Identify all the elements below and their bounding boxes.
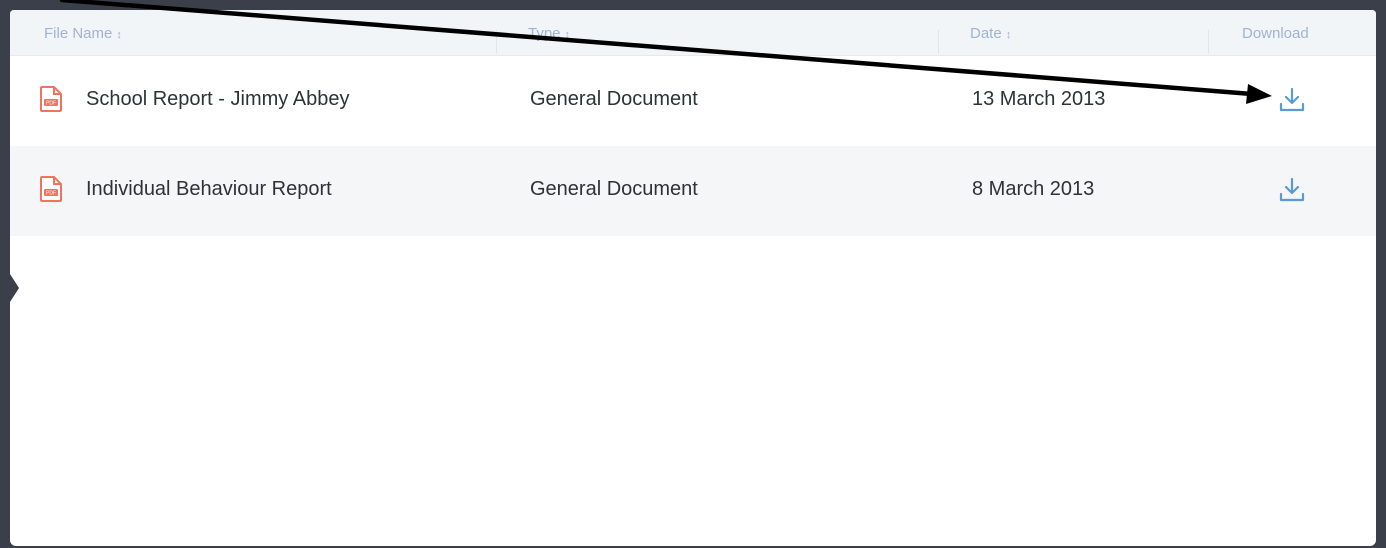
column-divider bbox=[496, 30, 497, 54]
table-header: File Name ↕ Type ↕ Date ↕ Download bbox=[10, 10, 1376, 56]
type-cell: General Document bbox=[530, 178, 698, 200]
column-header-download: Download bbox=[1242, 25, 1309, 42]
type-cell: General Document bbox=[530, 88, 698, 110]
pdf-file-icon: PDF bbox=[40, 176, 62, 202]
panel-edge-notch bbox=[10, 274, 19, 302]
column-header-type[interactable]: Type ↕ bbox=[528, 25, 570, 42]
download-icon[interactable] bbox=[1278, 87, 1306, 113]
column-header-file-name[interactable]: File Name ↕ bbox=[44, 25, 122, 42]
sort-icon: ↕ bbox=[116, 29, 122, 41]
column-header-label: Date bbox=[970, 25, 1002, 42]
table-row[interactable]: PDF School Report - Jimmy Abbey General … bbox=[10, 56, 1376, 146]
column-header-date[interactable]: Date ↕ bbox=[970, 25, 1011, 42]
sort-icon: ↕ bbox=[1005, 29, 1012, 41]
pdf-icon-label: PDF bbox=[46, 191, 56, 197]
pdf-icon-label: PDF bbox=[46, 101, 56, 107]
table-row[interactable]: PDF Individual Behaviour Report General … bbox=[10, 146, 1376, 236]
file-name-cell[interactable]: Individual Behaviour Report bbox=[86, 178, 332, 201]
documents-panel: File Name ↕ Type ↕ Date ↕ Download PDF Scho… bbox=[10, 10, 1376, 546]
column-header-label: Type bbox=[528, 25, 561, 42]
download-icon[interactable] bbox=[1278, 177, 1306, 203]
date-cell: 8 March 2013 bbox=[972, 178, 1095, 200]
pdf-file-icon: PDF bbox=[40, 86, 62, 112]
column-divider bbox=[1208, 30, 1209, 54]
file-name-cell[interactable]: School Report - Jimmy Abbey bbox=[86, 88, 349, 111]
date-cell: 13 March 2013 bbox=[972, 88, 1106, 110]
column-divider bbox=[938, 30, 939, 54]
sort-icon: ↕ bbox=[564, 29, 571, 41]
column-header-label: File Name bbox=[44, 25, 113, 42]
column-header-label: Download bbox=[1242, 25, 1309, 42]
